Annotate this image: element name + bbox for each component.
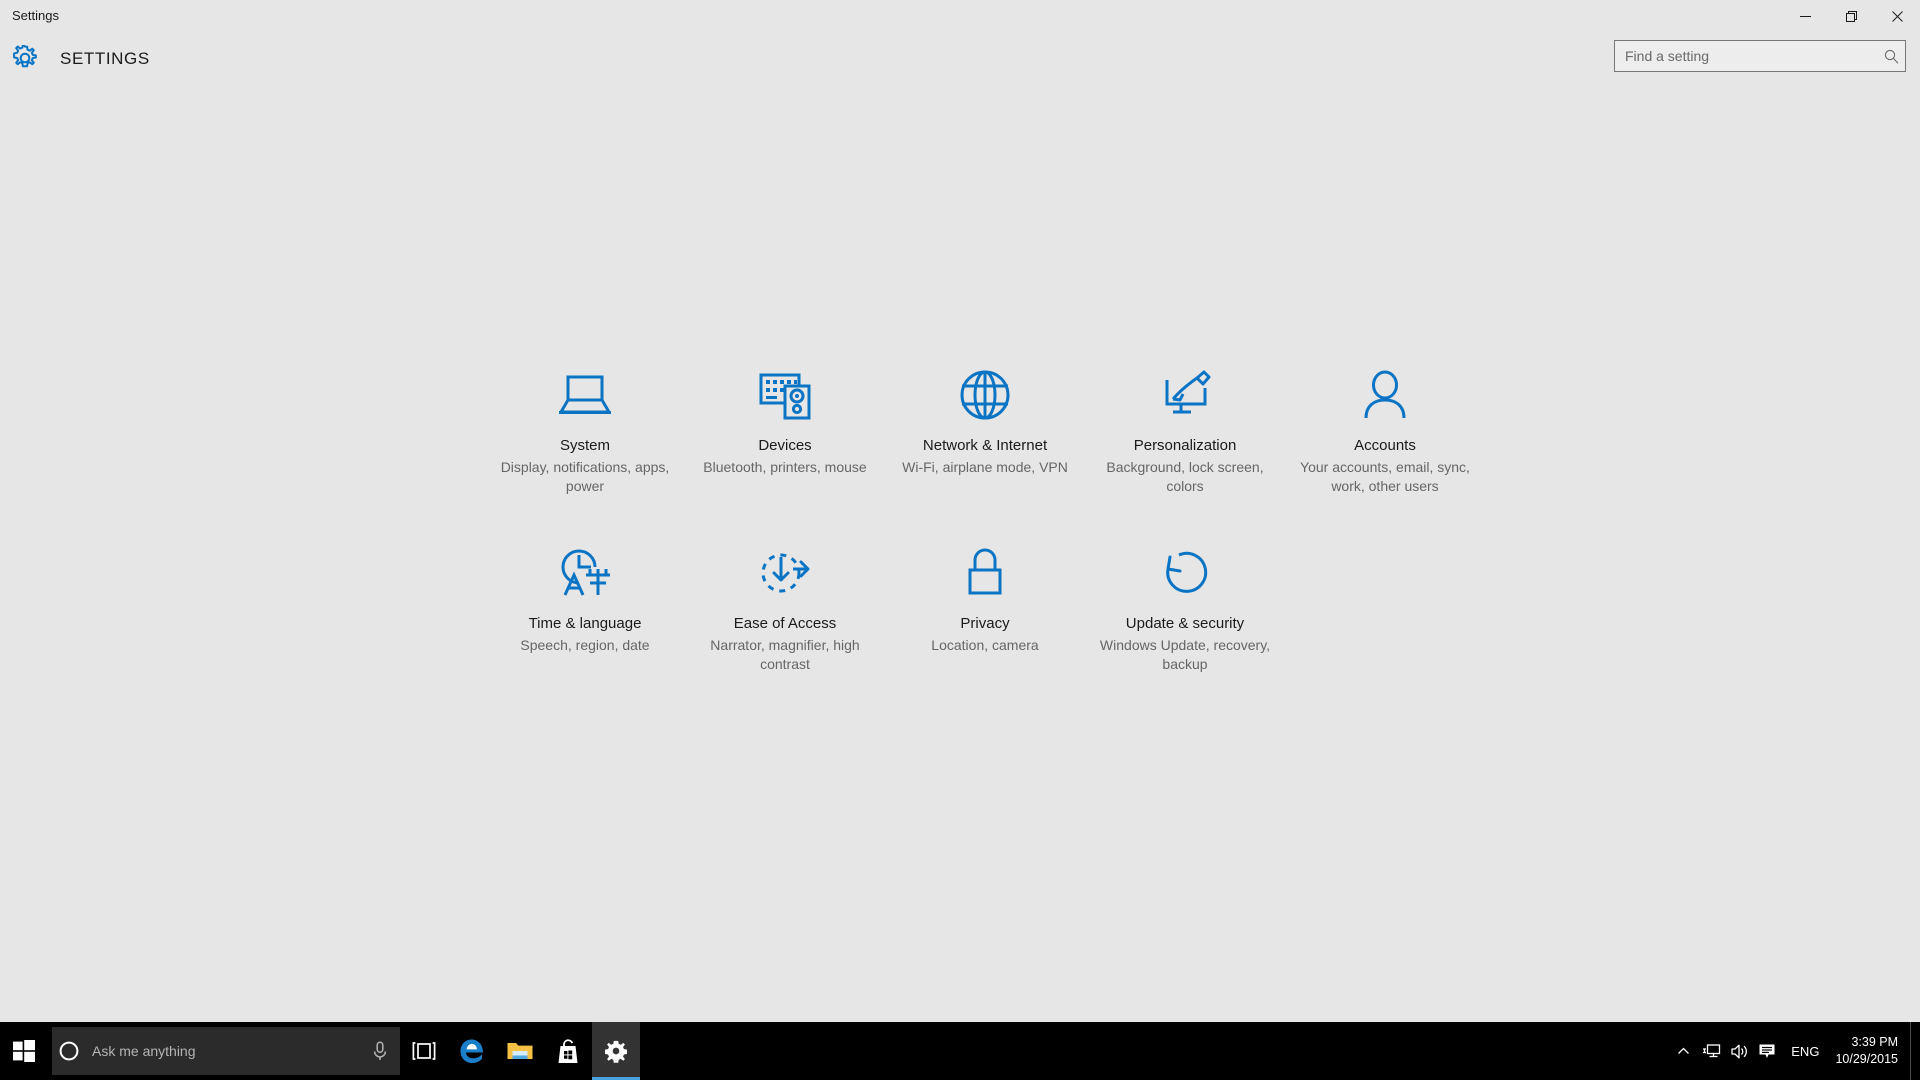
close-icon	[1891, 10, 1903, 22]
keyboard-printer-icon	[757, 364, 813, 426]
settings-row-2: Time & language Speech, region, date Eas…	[0, 538, 1920, 678]
tile-ease-of-access[interactable]: Ease of Access Narrator, magnifier, high…	[685, 538, 885, 678]
cortana-input[interactable]	[86, 1043, 360, 1059]
person-icon	[1361, 364, 1409, 426]
tile-title: Time & language	[528, 615, 642, 632]
search-input[interactable]	[1615, 42, 1877, 70]
tile-description: Speech, region, date	[520, 637, 650, 653]
laptop-icon	[556, 364, 614, 426]
network-icon[interactable]	[1697, 1022, 1725, 1080]
tile-devices[interactable]: Devices Bluetooth, printers, mouse	[685, 360, 885, 500]
show-desktop-button[interactable]	[1910, 1022, 1920, 1080]
settings-row-1: System Display, notifications, apps, pow…	[0, 360, 1920, 500]
search-box[interactable]	[1614, 40, 1906, 72]
cortana-search-box[interactable]	[52, 1027, 400, 1075]
chevron-up-icon[interactable]	[1669, 1022, 1697, 1080]
tile-title: Update & security	[1125, 615, 1245, 632]
taskbar-button-settings[interactable]	[592, 1022, 640, 1080]
window-title: Settings	[12, 8, 59, 23]
start-button[interactable]	[0, 1022, 48, 1080]
search-icon[interactable]	[1877, 41, 1905, 71]
taskbar-button-store[interactable]	[544, 1022, 592, 1080]
settings-grid: System Display, notifications, apps, pow…	[0, 360, 1920, 678]
gear-icon	[605, 1040, 627, 1063]
accessibility-clock-icon	[757, 542, 813, 604]
tile-description: Location, camera	[931, 637, 1039, 653]
tile-title: Devices	[758, 437, 812, 454]
clock-time: 3:39 PM	[1851, 1035, 1898, 1049]
tile-update-security[interactable]: Update & security Windows Update, recove…	[1085, 538, 1285, 678]
lock-icon	[963, 542, 1007, 604]
clock-date: 10/29/2015	[1835, 1052, 1898, 1066]
tile-description: Background, lock screen, colors	[1106, 459, 1264, 494]
title-bar: Settings	[0, 0, 1920, 32]
tile-title: System	[559, 437, 610, 454]
monitor-brush-icon	[1157, 364, 1213, 426]
cortana-circle-icon	[52, 1027, 86, 1075]
taskbar-button-file-explorer[interactable]	[496, 1022, 544, 1080]
restore-icon	[1845, 10, 1857, 22]
tile-personalization[interactable]: Personalization Background, lock screen,…	[1085, 360, 1285, 500]
tile-description: Wi-Fi, airplane mode, VPN	[902, 459, 1068, 475]
tile-description: Bluetooth, printers, mouse	[703, 459, 867, 475]
tile-network-internet[interactable]: Network & Internet Wi-Fi, airplane mode,…	[885, 360, 1085, 500]
tile-description: Narrator, magnifier, high contrast	[710, 637, 860, 672]
refresh-icon	[1159, 542, 1211, 604]
speaker-icon[interactable]	[1725, 1022, 1753, 1080]
store-bag-icon	[558, 1039, 578, 1063]
gear-icon	[12, 43, 38, 71]
clock-language-icon	[557, 542, 613, 604]
tile-system[interactable]: System Display, notifications, apps, pow…	[485, 360, 685, 500]
taskbar-button-task-view[interactable]	[400, 1022, 448, 1080]
taskbar: ENG 3:39 PM 10/29/2015	[0, 1022, 1920, 1080]
system-tray: ENG 3:39 PM 10/29/2015	[1669, 1022, 1920, 1080]
tile-title: Privacy	[960, 615, 1010, 632]
clock[interactable]: 3:39 PM 10/29/2015	[1829, 1022, 1910, 1080]
taskbar-button-edge[interactable]	[448, 1022, 496, 1080]
page-title: SETTINGS	[60, 49, 150, 68]
tile-description: Windows Update, recovery, backup	[1099, 637, 1271, 672]
action-center-icon[interactable]	[1753, 1022, 1781, 1080]
edge-icon	[460, 1039, 483, 1063]
close-button[interactable]	[1874, 0, 1920, 32]
folder-icon	[507, 1043, 533, 1059]
task-view-icon	[412, 1042, 436, 1060]
settings-window: Settings SETTINGS Find a setting System …	[0, 0, 1920, 1080]
minimize-button[interactable]	[1782, 0, 1828, 32]
tile-title: Network & Internet	[922, 437, 1048, 454]
minimize-icon	[1799, 15, 1811, 17]
tile-title: Ease of Access	[733, 615, 837, 632]
language-indicator[interactable]: ENG	[1781, 1022, 1829, 1080]
windows-logo-icon	[13, 1040, 35, 1062]
microphone-icon[interactable]	[360, 1027, 400, 1075]
tile-description: Display, notifications, apps, power	[500, 459, 670, 494]
window-controls	[1782, 0, 1920, 32]
settings-header: SETTINGS	[0, 32, 1920, 82]
tile-title: Personalization	[1133, 437, 1237, 454]
globe-icon	[959, 364, 1011, 426]
tile-description: Your accounts, email, sync, work, other …	[1300, 459, 1470, 494]
maximize-button[interactable]	[1828, 0, 1874, 32]
tile-accounts[interactable]: Accounts Your accounts, email, sync, wor…	[1285, 360, 1485, 500]
tile-privacy[interactable]: Privacy Location, camera	[885, 538, 1085, 678]
tile-time-language[interactable]: Time & language Speech, region, date	[485, 538, 685, 678]
tile-title: Accounts	[1354, 437, 1416, 454]
